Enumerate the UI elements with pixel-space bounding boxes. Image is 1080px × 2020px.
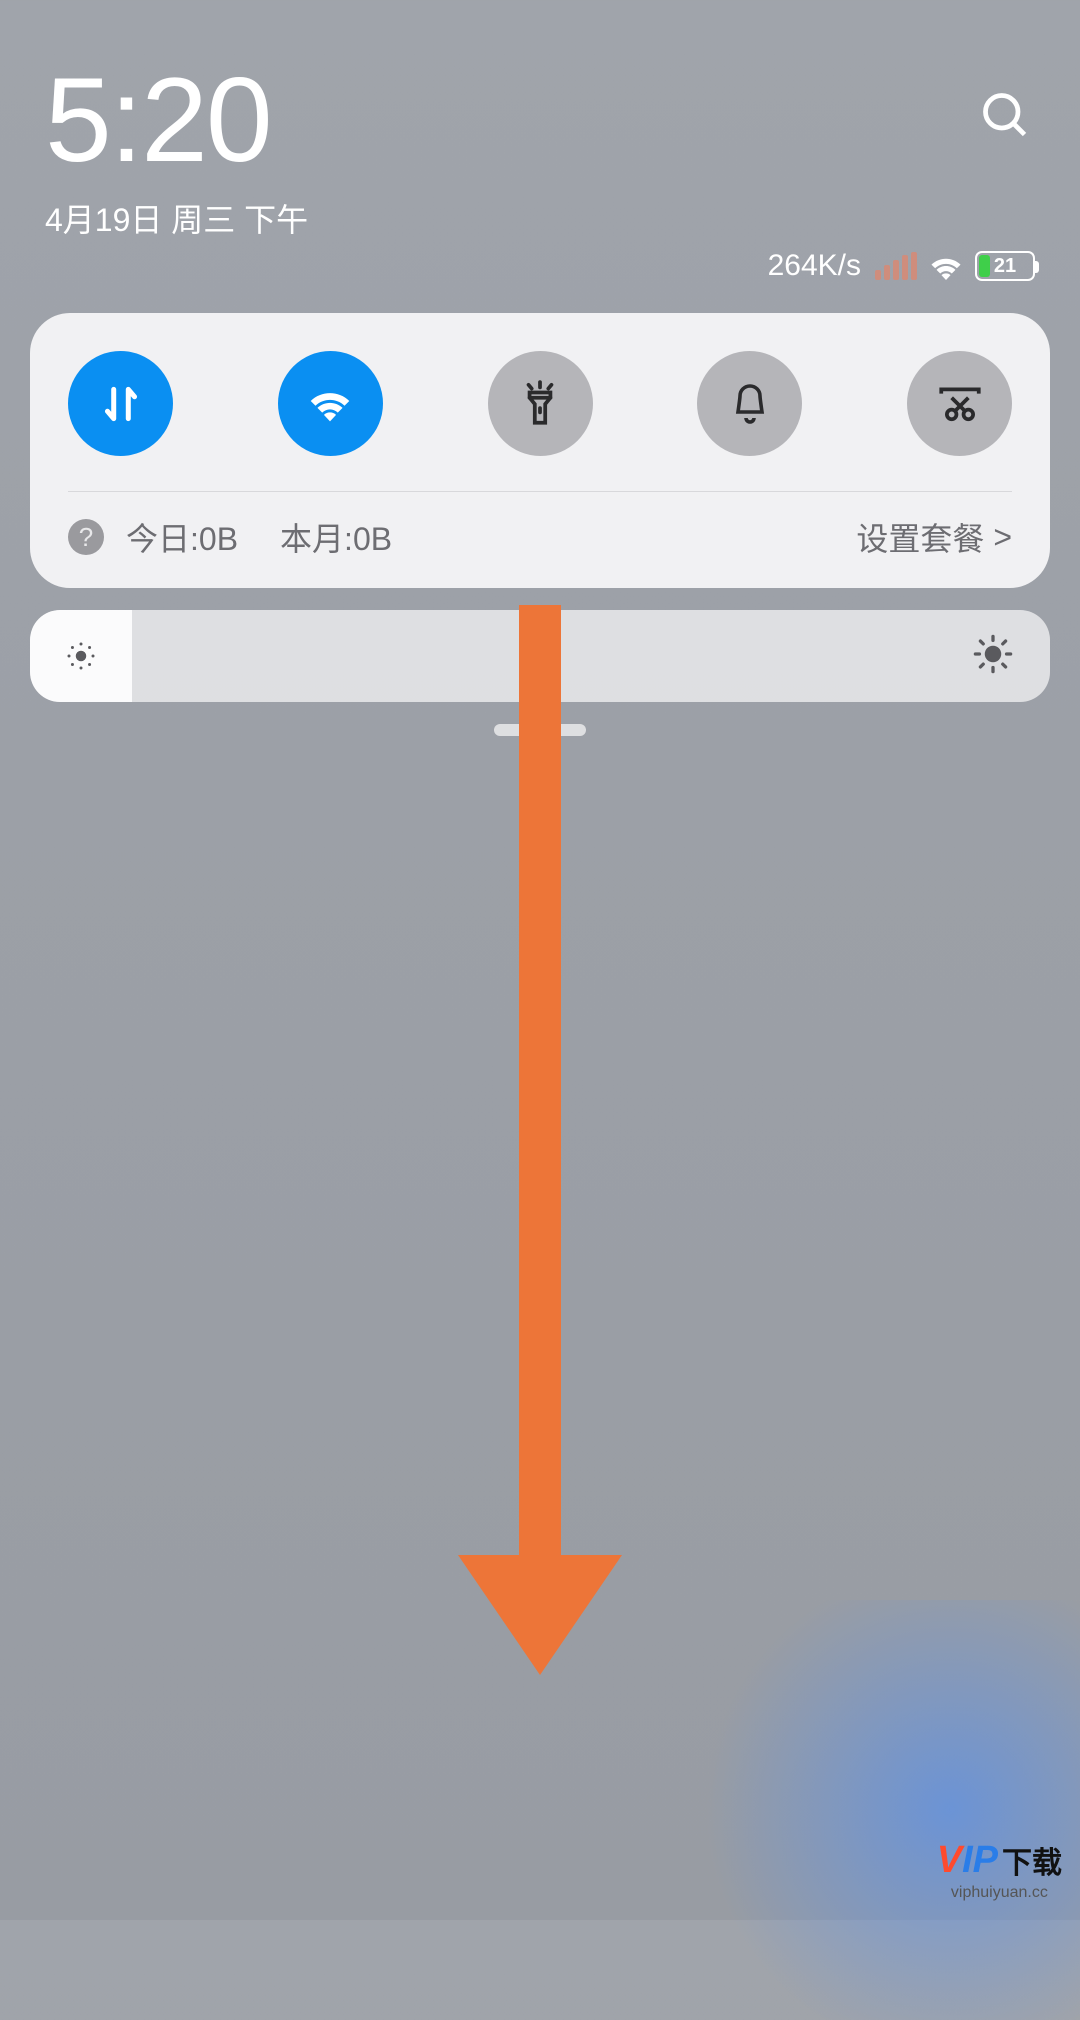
network-speed: 264K/s bbox=[768, 249, 861, 283]
wifi-status-icon bbox=[925, 250, 967, 282]
clock-time: 5:20 bbox=[45, 60, 975, 180]
watermark-dl: 下载 bbox=[1002, 1838, 1062, 1882]
wifi-toggle[interactable] bbox=[278, 351, 383, 456]
screenshot-toggle[interactable] bbox=[907, 351, 1012, 456]
set-plan-link[interactable]: 设置套餐 > bbox=[856, 514, 1012, 560]
watermark-v: V bbox=[937, 1839, 962, 1882]
divider bbox=[68, 491, 1012, 492]
data-today: 今日:0B bbox=[126, 514, 238, 560]
mute-toggle[interactable] bbox=[697, 351, 802, 456]
decorative-glow bbox=[670, 1600, 1080, 2020]
watermark-ip: IP bbox=[962, 1839, 998, 1882]
mobile-data-icon bbox=[96, 379, 146, 429]
clock-date: 4月19日 周三 下午 bbox=[45, 195, 975, 241]
battery-icon: 21 bbox=[975, 251, 1035, 281]
help-icon[interactable]: ? bbox=[68, 519, 104, 555]
flashlight-icon bbox=[515, 379, 565, 429]
cellular-signal-icon bbox=[875, 252, 917, 280]
instruction-arrow bbox=[458, 605, 622, 1675]
brightness-high-icon bbox=[971, 632, 1015, 676]
watermark-url: viphuiyuan.cc bbox=[951, 1884, 1048, 1902]
battery-percent: 21 bbox=[977, 255, 1033, 278]
brightness-fill bbox=[30, 610, 132, 702]
wifi-icon bbox=[304, 378, 356, 430]
scissors-screen-icon bbox=[935, 379, 985, 429]
data-usage-row[interactable]: ? 今日:0B 本月:0B 设置套餐 > bbox=[68, 514, 1012, 560]
header: 5:20 4月19日 周三 下午 bbox=[0, 0, 1080, 261]
search-icon bbox=[979, 89, 1031, 141]
flashlight-toggle[interactable] bbox=[488, 351, 593, 456]
mobile-data-toggle[interactable] bbox=[68, 351, 173, 456]
bell-icon bbox=[726, 380, 774, 428]
watermark: VIP下载 viphuiyuan.cc bbox=[937, 1838, 1062, 1902]
data-month: 本月:0B bbox=[280, 514, 392, 560]
status-bar: 264K/s 21 bbox=[0, 249, 1080, 283]
search-button[interactable] bbox=[975, 85, 1035, 145]
brightness-low-icon bbox=[63, 638, 99, 674]
quick-settings-panel: ? 今日:0B 本月:0B 设置套餐 > bbox=[30, 313, 1050, 588]
